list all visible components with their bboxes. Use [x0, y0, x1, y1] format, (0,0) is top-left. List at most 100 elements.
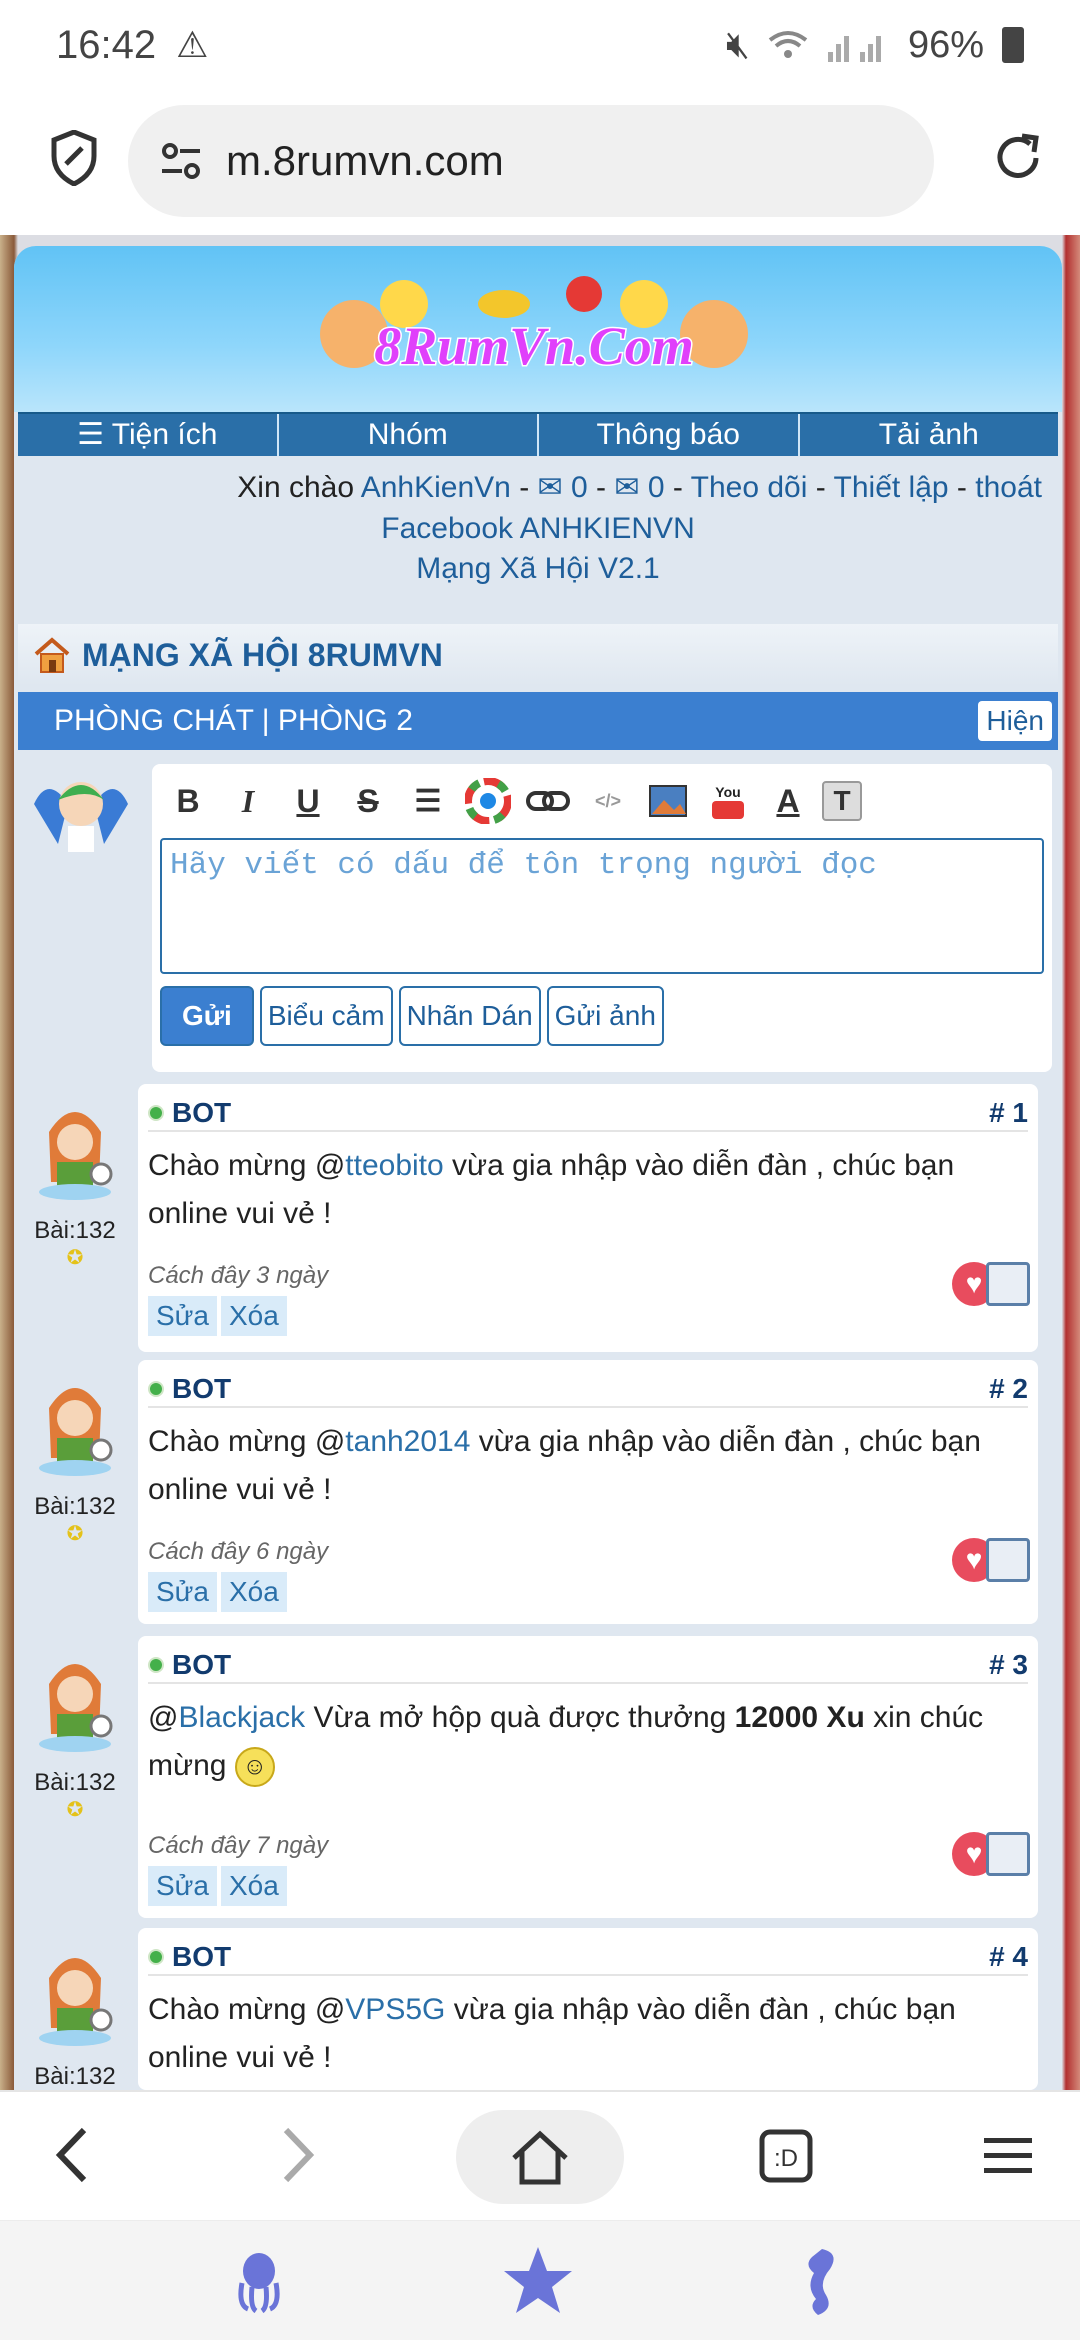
italic-icon[interactable]: I	[222, 775, 274, 827]
send-image-button[interactable]: Gửi ảnh	[546, 986, 664, 1046]
social-version-link[interactable]: Mạng Xã Hội V2.1	[14, 552, 1062, 586]
nav-tab-groups[interactable]: Nhóm	[279, 414, 539, 456]
chat-post: BOT # 1 Chào mừng @tteobito vừa gia nhập …	[138, 1084, 1038, 1352]
post-number[interactable]: # 1	[989, 1097, 1028, 1129]
svg-text:8RumVn.Com: 8RumVn.Com	[374, 316, 694, 376]
text-color-icon[interactable]: A	[762, 775, 814, 827]
delete-button[interactable]: Xóa	[221, 1866, 287, 1906]
edit-button[interactable]: Sửa	[148, 1866, 217, 1906]
greeting-separator: -	[587, 471, 615, 504]
inbox-link[interactable]: ✉ 0	[538, 471, 588, 504]
code-icon[interactable]: </>	[582, 775, 634, 827]
tabs-icon[interactable]: :D	[758, 2128, 814, 2184]
online-status-icon	[148, 1657, 164, 1673]
post-number[interactable]: # 2	[989, 1373, 1028, 1405]
mention-link[interactable]: tanh2014	[345, 1425, 470, 1458]
post-author[interactable]: BOT	[172, 1649, 231, 1681]
emoji-button[interactable]: Biểu cảm	[259, 986, 393, 1046]
reply-icon[interactable]	[986, 1538, 1030, 1582]
post-body: Chào mừng @tanh2014 vừa gia nhập vào diễ…	[148, 1418, 1018, 1514]
seahorse-icon[interactable]	[800, 2243, 842, 2319]
main-nav: ☰ Tiện ích Nhóm Thông báo Tải ảnh	[18, 412, 1058, 456]
back-icon[interactable]	[50, 2124, 94, 2186]
launcher-bar	[0, 2220, 1080, 2340]
post-text: Vừa mở hộp quà được thưởng	[305, 1701, 735, 1734]
mention-link[interactable]: VPS5G	[345, 1993, 445, 2026]
post-header: BOT # 4	[148, 1940, 1028, 1976]
greeting-separator: -	[807, 471, 834, 504]
greeting-separator: -	[510, 471, 538, 504]
post-number[interactable]: # 3	[989, 1649, 1028, 1681]
battery-level: 96%	[907, 23, 984, 66]
post-time: Cách đây 6 ngày	[148, 1538, 329, 1565]
mention-link[interactable]: tteobito	[345, 1149, 443, 1182]
address-bar[interactable]: m.8rumvn.com	[128, 105, 934, 217]
facebook-link[interactable]: Facebook ANHKIENVN	[14, 512, 1062, 546]
site-settings-icon[interactable]	[160, 143, 202, 179]
user-avatar[interactable]	[28, 764, 134, 870]
bot-avatar[interactable]	[29, 1938, 121, 2058]
post-actions: Sửa Xóa	[148, 1296, 287, 1336]
post-author[interactable]: BOT	[172, 1373, 231, 1405]
site-banner: 8RumVn.Com	[14, 246, 1062, 412]
nav-tab-upload[interactable]: Tải ảnh	[800, 414, 1059, 456]
mention-link[interactable]: Blackjack	[178, 1701, 305, 1734]
shield-icon[interactable]	[50, 130, 98, 186]
forward-icon[interactable]	[276, 2124, 320, 2186]
octopus-icon[interactable]	[232, 2249, 286, 2313]
strikethrough-icon[interactable]: S	[342, 775, 394, 827]
edit-button[interactable]: Sửa	[148, 1296, 217, 1336]
delete-button[interactable]: Xóa	[221, 1572, 287, 1612]
message-input[interactable]: Hãy viết có dấu để tôn trọng người đọc	[160, 838, 1044, 974]
post-header: BOT # 2	[148, 1372, 1028, 1408]
starfish-icon[interactable]	[500, 2243, 576, 2319]
home-icon[interactable]	[510, 2130, 570, 2186]
image-icon[interactable]	[642, 775, 694, 827]
reply-icon[interactable]	[986, 1262, 1030, 1306]
bot-avatar[interactable]	[29, 1644, 121, 1764]
color-wheel-icon[interactable]	[462, 775, 514, 827]
logout-link[interactable]: thoát	[975, 471, 1042, 504]
post-number[interactable]: # 4	[989, 1941, 1028, 1973]
greeting-line: Xin chào AnhKienVn - ✉ 0 - ✉ 0 - Theo dõ…	[14, 466, 1062, 510]
site-title-bar: MẠNG XÃ HỘI 8RUMVN	[18, 624, 1058, 686]
user-link[interactable]: AnhKienVn	[361, 471, 511, 504]
site-title[interactable]: MẠNG XÃ HỘI 8RUMVN	[82, 637, 443, 674]
post-header: BOT # 1	[148, 1096, 1028, 1132]
show-toggle-button[interactable]: Hiện	[978, 701, 1052, 741]
reply-icon[interactable]	[986, 1832, 1030, 1876]
chat-post: BOT # 3 @Blackjack Vừa mở hộp quà được th…	[138, 1636, 1038, 1918]
bot-avatar[interactable]	[29, 1368, 121, 1488]
post-author-sidebar: Bài:132 ✪	[20, 1368, 130, 1546]
edit-button[interactable]: Sửa	[148, 1572, 217, 1612]
youtube-icon[interactable]: You	[702, 775, 754, 827]
url-text: m.8rumvn.com	[226, 137, 504, 184]
post-author[interactable]: BOT	[172, 1097, 231, 1129]
post-author-sidebar: Bài:132 ✪	[20, 1644, 130, 1822]
rank-star-icon: ✪	[66, 1247, 84, 1269]
bold-icon[interactable]: B	[162, 775, 214, 827]
site-logo[interactable]: 8RumVn.Com	[314, 264, 754, 404]
delete-button[interactable]: Xóa	[221, 1296, 287, 1336]
nav-tab-utilities[interactable]: ☰ Tiện ích	[18, 414, 279, 456]
menu-icon[interactable]	[982, 2134, 1034, 2178]
post-count: Bài:132	[34, 1493, 116, 1520]
settings-link[interactable]: Thiết lập	[834, 471, 949, 504]
follow-link[interactable]: Theo dõi	[691, 471, 808, 504]
reward-amount: 12000 Xu	[734, 1701, 865, 1734]
nav-tab-notifications[interactable]: Thông báo	[539, 414, 800, 456]
underline-icon[interactable]: U	[282, 775, 334, 827]
post-author-sidebar: Bài:132 ✪	[20, 1092, 130, 1270]
text-format-icon[interactable]: T	[822, 781, 862, 821]
battery-icon	[1002, 27, 1024, 63]
send-button[interactable]: Gửi	[160, 986, 254, 1046]
list-icon[interactable]: ☰	[402, 775, 454, 827]
reload-icon[interactable]	[990, 130, 1046, 186]
home-icon[interactable]	[32, 636, 72, 674]
bot-avatar[interactable]	[29, 1092, 121, 1212]
browser-toolbar: m.8rumvn.com	[0, 90, 1080, 235]
sticker-button[interactable]: Nhãn Dán	[398, 986, 541, 1046]
link-icon[interactable]	[522, 775, 574, 827]
post-author[interactable]: BOT	[172, 1941, 231, 1973]
messages-link[interactable]: ✉ 0	[614, 471, 664, 504]
